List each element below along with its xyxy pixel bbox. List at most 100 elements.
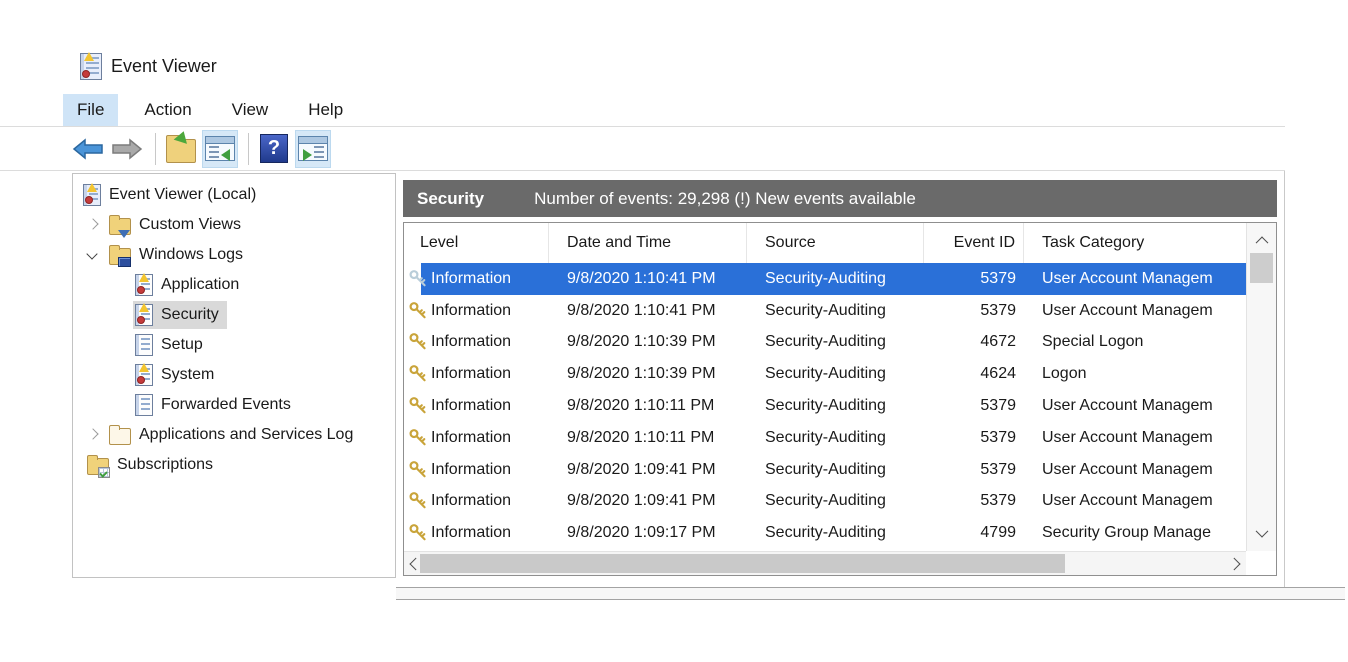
tree-item[interactable]: Windows Logs <box>73 240 395 270</box>
event-source: Security-Auditing <box>747 524 924 542</box>
menu-item[interactable]: File <box>63 94 118 126</box>
column-header-date[interactable]: Date and Time <box>549 223 747 263</box>
event-id: 4799 <box>924 524 1024 542</box>
horizontal-scrollbar[interactable] <box>404 551 1246 575</box>
open-saved-log-button[interactable] <box>163 130 199 168</box>
horizontal-scrollbar-thumb[interactable] <box>420 554 1065 573</box>
event-level: Information <box>431 429 511 447</box>
tree-item[interactable]: Setup <box>73 330 395 360</box>
back-icon <box>72 138 104 160</box>
tree-item[interactable]: Security <box>73 300 395 330</box>
event-source: Security-Auditing <box>747 461 924 479</box>
menu-item[interactable]: View <box>218 94 283 126</box>
event-row[interactable]: Information 9/8/2020 1:09:41 PM Security… <box>404 486 1246 518</box>
tree-item-icon <box>83 184 101 206</box>
event-task-category: User Account Managem <box>1024 302 1246 320</box>
scroll-down-icon[interactable] <box>1247 523 1276 543</box>
event-row[interactable]: Information 9/8/2020 1:10:39 PM Security… <box>404 358 1246 390</box>
event-row[interactable]: Information 9/8/2020 1:10:11 PM Security… <box>404 390 1246 422</box>
menu-item[interactable]: Help <box>294 94 357 126</box>
expander-icon[interactable] <box>85 247 101 263</box>
tree-item-label: System <box>161 366 214 384</box>
column-header-task[interactable]: Task Category <box>1024 223 1246 263</box>
event-date: 9/8/2020 1:10:11 PM <box>549 397 747 415</box>
vertical-scrollbar-thumb[interactable] <box>1250 253 1273 283</box>
expander-icon[interactable] <box>85 427 101 443</box>
tree-item-icon <box>135 394 153 416</box>
console-tree-toggle-button[interactable] <box>202 130 238 168</box>
event-row[interactable]: Information 9/8/2020 1:10:41 PM Security… <box>404 263 1246 295</box>
audit-success-key-icon <box>408 396 428 416</box>
event-source: Security-Auditing <box>747 333 924 351</box>
tree-item[interactable]: Forwarded Events <box>73 390 395 420</box>
tree-item-label: Setup <box>161 336 203 354</box>
tree-item[interactable]: Subscriptions <box>73 450 395 480</box>
tree-item[interactable]: Custom Views <box>73 210 395 240</box>
event-id: 5379 <box>924 397 1024 415</box>
vertical-scrollbar[interactable] <box>1246 223 1276 551</box>
event-date: 9/8/2020 1:09:17 PM <box>549 524 747 542</box>
menu-bar: File Action View Help <box>0 94 1285 127</box>
tree-item[interactable]: System <box>73 360 395 390</box>
tree-item-icon <box>135 274 153 296</box>
tree-item[interactable]: Application <box>73 270 395 300</box>
event-level: Information <box>431 492 511 510</box>
tree-item[interactable]: Event Viewer (Local) <box>73 180 395 210</box>
event-task-category: User Account Managem <box>1024 461 1246 479</box>
menu-item[interactable]: Action <box>130 94 205 126</box>
event-row[interactable]: Information 9/8/2020 1:10:11 PM Security… <box>404 422 1246 454</box>
event-level: Information <box>431 270 511 288</box>
action-pane-toggle-icon <box>298 136 328 161</box>
tree-item[interactable]: Applications and Services Log <box>73 420 395 450</box>
log-name: Security <box>417 189 484 209</box>
event-task-category: User Account Managem <box>1024 397 1246 415</box>
window-title-row: Event Viewer <box>80 50 217 82</box>
event-list: Level Date and Time Source Event ID Task… <box>403 222 1277 576</box>
console-tree-toggle-icon <box>205 136 235 161</box>
event-task-category: User Account Managem <box>1024 429 1246 447</box>
audit-success-key-icon <box>408 332 428 352</box>
open-saved-log-icon <box>166 139 196 163</box>
event-date: 9/8/2020 1:10:41 PM <box>549 270 747 288</box>
column-header-eventid[interactable]: Event ID <box>924 223 1024 263</box>
event-row[interactable]: Information 9/8/2020 1:10:41 PM Security… <box>404 295 1246 327</box>
event-level: Information <box>431 397 511 415</box>
audit-success-key-icon <box>408 364 428 384</box>
column-header-level[interactable]: Level <box>404 223 549 263</box>
event-id: 4672 <box>924 333 1024 351</box>
help-button[interactable]: ? <box>256 130 292 168</box>
event-id: 5379 <box>924 429 1024 447</box>
back-button[interactable] <box>70 130 106 168</box>
event-level: Information <box>431 524 511 542</box>
forward-button[interactable] <box>109 130 145 168</box>
event-viewer-app-icon <box>80 53 102 80</box>
event-task-category: User Account Managem <box>1024 492 1246 510</box>
audit-success-key-icon <box>408 269 428 289</box>
log-header-bar: Security Number of events: 29,298 (!) Ne… <box>403 180 1277 217</box>
tree-item-icon <box>109 428 131 445</box>
forward-icon <box>111 138 143 160</box>
event-row[interactable]: Information 9/8/2020 1:09:17 PM Security… <box>404 517 1246 549</box>
tree-item-label: Security <box>161 306 219 324</box>
tree-item-icon <box>87 458 109 475</box>
event-row[interactable]: Information 9/8/2020 1:09:41 PM Security… <box>404 454 1246 486</box>
event-task-category: Logon <box>1024 365 1246 383</box>
event-row[interactable]: Information 9/8/2020 1:10:39 PM Security… <box>404 327 1246 359</box>
event-source: Security-Auditing <box>747 302 924 320</box>
event-id: 5379 <box>924 302 1024 320</box>
scroll-up-icon[interactable] <box>1247 231 1276 251</box>
tree-item-label: Event Viewer (Local) <box>109 186 256 204</box>
tree-item-icon <box>135 304 153 326</box>
action-pane-toggle-button[interactable] <box>295 130 331 168</box>
event-source: Security-Auditing <box>747 270 924 288</box>
event-task-category: User Account Managem <box>1024 270 1246 288</box>
expander-icon[interactable] <box>85 217 101 233</box>
scroll-right-icon[interactable] <box>1226 552 1246 575</box>
event-level: Information <box>431 302 511 320</box>
column-header-source[interactable]: Source <box>747 223 924 263</box>
tree-item-icon <box>135 364 153 386</box>
audit-success-key-icon <box>408 428 428 448</box>
event-date: 9/8/2020 1:09:41 PM <box>549 492 747 510</box>
tree-item-label: Applications and Services Log <box>139 426 353 444</box>
pane-right-edge <box>1284 171 1285 600</box>
